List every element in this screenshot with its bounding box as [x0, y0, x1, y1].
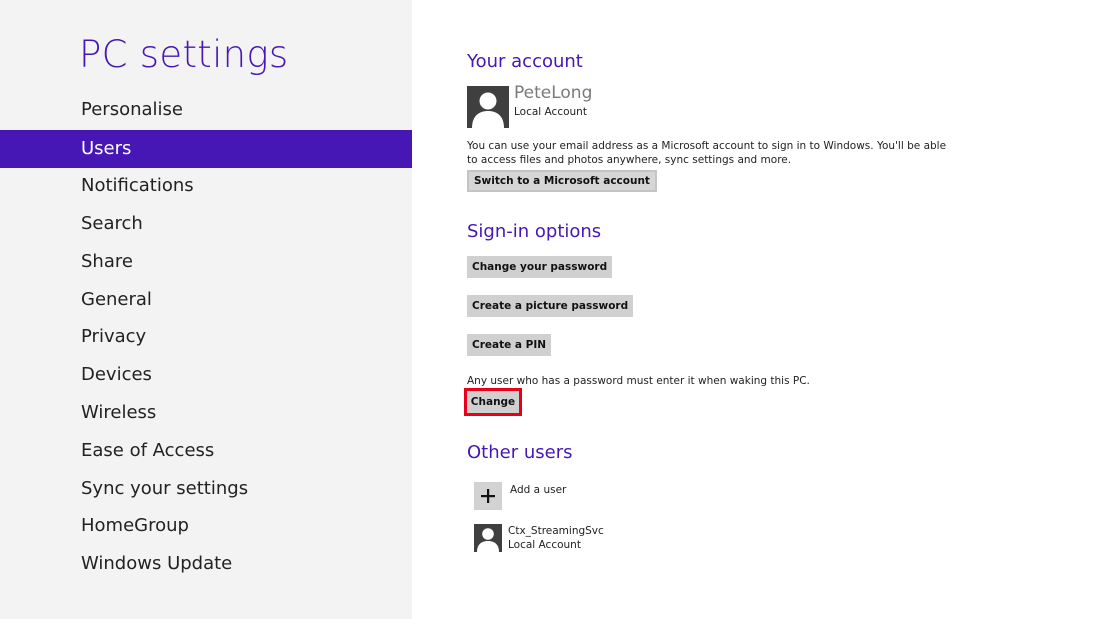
sidebar-item-search[interactable]: Search	[0, 205, 412, 243]
sidebar-item-sync-your-settings[interactable]: Sync your settings	[0, 470, 412, 508]
sidebar-item-notifications[interactable]: Notifications	[0, 167, 412, 205]
page-title: PC settings	[79, 33, 289, 76]
account-name: PeteLong	[514, 83, 593, 103]
user-avatar-icon	[467, 86, 509, 128]
switch-to-microsoft-account-button[interactable]: Switch to a Microsoft account	[467, 170, 657, 192]
other-user-avatar-icon[interactable]	[474, 524, 502, 552]
create-picture-password-button[interactable]: Create a picture password	[467, 295, 634, 317]
create-pin-button[interactable]: Create a PIN	[467, 334, 552, 356]
account-description-line2: to access files and photos anywhere, syn…	[467, 154, 792, 166]
account-description-line1: You can use your email address as a Micr…	[467, 140, 947, 152]
sidebar: PC settings Personalise Users Notificati…	[0, 0, 412, 619]
add-user-button[interactable]	[474, 482, 502, 510]
sidebar-item-personalise[interactable]: Personalise	[0, 91, 412, 129]
sidebar-item-share[interactable]: Share	[0, 243, 412, 281]
account-type: Local Account	[514, 106, 587, 118]
your-account-heading: Your account	[467, 51, 583, 72]
sign-in-options-heading: Sign-in options	[467, 221, 602, 242]
plus-icon	[481, 489, 495, 503]
sidebar-item-windows-update[interactable]: Windows Update	[0, 545, 412, 583]
sidebar-item-wireless[interactable]: Wireless	[0, 394, 412, 432]
other-user-name[interactable]: Ctx_StreamingSvc	[508, 525, 604, 537]
add-user-label[interactable]: Add a user	[510, 484, 566, 496]
pc-settings-window: PC settings Personalise Users Notificati…	[0, 0, 1100, 619]
sidebar-item-homegroup[interactable]: HomeGroup	[0, 507, 412, 545]
change-password-button[interactable]: Change your password	[467, 256, 613, 278]
sidebar-item-devices[interactable]: Devices	[0, 356, 412, 394]
sidebar-item-general[interactable]: General	[0, 281, 412, 319]
main-panel: Your account PeteLong Local Account You …	[412, 0, 1100, 619]
other-user-type: Local Account	[508, 539, 581, 551]
sidebar-item-ease-of-access[interactable]: Ease of Access	[0, 432, 412, 470]
wake-password-note: Any user who has a password must enter i…	[467, 375, 810, 387]
sidebar-item-privacy[interactable]: Privacy	[0, 318, 412, 356]
change-wake-setting-button[interactable]: Change	[464, 388, 522, 416]
other-users-heading: Other users	[467, 442, 573, 463]
sidebar-item-users[interactable]: Users	[0, 130, 412, 168]
